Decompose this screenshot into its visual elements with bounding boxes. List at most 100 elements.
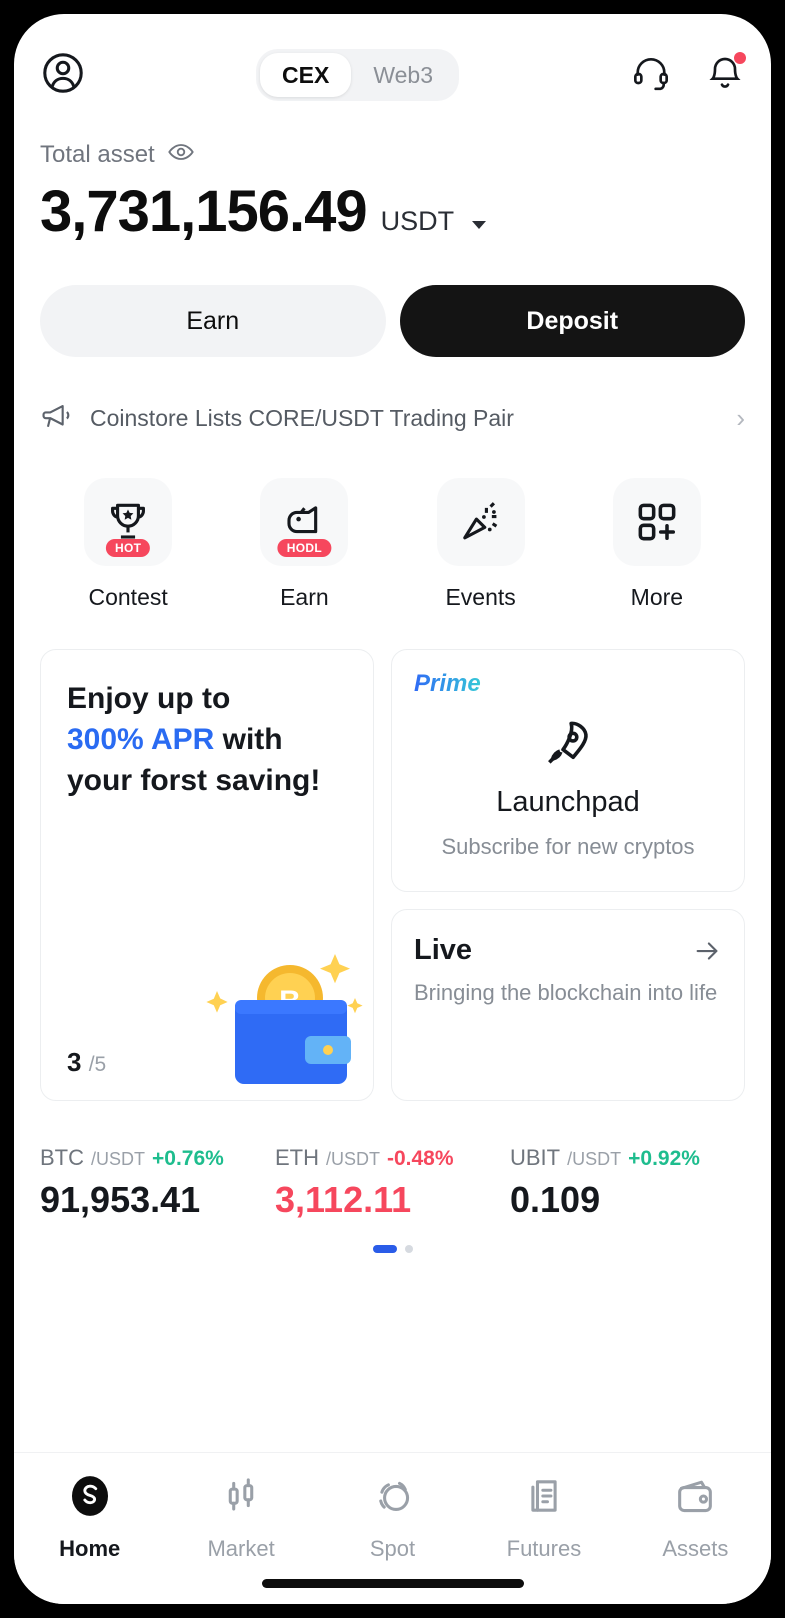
nav-item-spot[interactable]: Spot xyxy=(317,1473,468,1562)
quick-action-more[interactable]: More xyxy=(569,478,745,611)
app-header: CEX Web3 xyxy=(14,14,771,106)
rocket-icon xyxy=(412,716,724,770)
live-card[interactable]: Live Bringing the blockchain into life xyxy=(391,908,745,1101)
home-indicator xyxy=(261,1579,524,1588)
candlestick-icon xyxy=(218,1473,264,1524)
quick-action-label: Earn xyxy=(280,584,329,610)
swap-circles-icon xyxy=(370,1473,416,1524)
quick-action-contest[interactable]: HOT Contest xyxy=(40,478,216,611)
chevron-right-icon: › xyxy=(736,403,745,433)
ticker-quote: /USDT xyxy=(567,1149,622,1169)
megaphone-icon xyxy=(40,399,74,438)
app-screen: CEX Web3 Total asset 3,731,156.49 USDT E… xyxy=(14,14,771,1604)
quick-action-label: Contest xyxy=(88,584,168,610)
tab-web3[interactable]: Web3 xyxy=(351,53,455,97)
promo-line1: Enjoy up to xyxy=(67,682,231,715)
cex-web3-segmented: CEX Web3 xyxy=(256,49,459,101)
chevron-down-icon[interactable] xyxy=(472,221,487,229)
pagination-dot[interactable] xyxy=(404,1245,413,1253)
announcement-banner[interactable]: Coinstore Lists CORE/USDT Trading Pair › xyxy=(14,357,771,438)
live-subtitle: Bringing the blockchain into life xyxy=(414,979,718,1005)
ticker-ubit[interactable]: UBIT /USDT +0.92% 0.109 xyxy=(510,1145,745,1221)
prime-tag: Prime xyxy=(414,670,481,697)
wallet-bitcoin-illustration: B xyxy=(189,936,365,1086)
total-asset-label: Total asset xyxy=(40,140,155,168)
promo-current: 3 xyxy=(67,1047,82,1077)
nav-label: Futures xyxy=(506,1536,582,1561)
tab-cex[interactable]: CEX xyxy=(260,53,352,97)
headset-icon[interactable] xyxy=(631,53,671,98)
events-tile xyxy=(436,478,525,566)
document-chart-icon xyxy=(521,1473,567,1524)
nav-item-market[interactable]: Market xyxy=(165,1473,316,1562)
contest-tile: HOT xyxy=(84,478,173,566)
promo-cards-grid: Enjoy up to 300% APR with your forst sav… xyxy=(14,611,771,1101)
ticker-base: UBIT xyxy=(510,1145,561,1170)
bottom-navigation: Home Market Spot Futures Assets xyxy=(14,1452,771,1604)
ticker-strip: BTC /USDT +0.76% 91,953.41 ETH /USDT -0.… xyxy=(14,1101,771,1221)
launchpad-title: Launchpad xyxy=(496,786,640,818)
eye-icon[interactable] xyxy=(167,138,195,171)
quick-action-earn[interactable]: HODL Earn xyxy=(216,478,392,611)
total-asset-amount-row: 3,731,156.49 USDT xyxy=(40,183,745,241)
profile-button[interactable] xyxy=(40,50,100,101)
promo-line2-rest: with xyxy=(214,723,283,757)
live-title: Live xyxy=(414,933,473,966)
more-tile xyxy=(612,478,701,566)
total-asset-amount: 3,731,156.49 xyxy=(40,179,368,244)
nav-label: Assets xyxy=(662,1536,729,1561)
total-asset-section: Total asset 3,731,156.49 USDT xyxy=(14,106,771,241)
ticker-change: +0.76% xyxy=(152,1147,224,1170)
wallet-icon xyxy=(672,1473,718,1524)
quick-action-label: Events xyxy=(445,584,516,610)
phone-frame: CEX Web3 Total asset 3,731,156.49 USDT E… xyxy=(0,0,785,1618)
ticker-header: UBIT /USDT +0.92% xyxy=(510,1145,745,1171)
pagination-dot-active[interactable] xyxy=(372,1245,397,1253)
promo-heading: Enjoy up to 300% APR with your forst sav… xyxy=(67,678,347,801)
ticker-price: 3,112.11 xyxy=(275,1179,412,1220)
promo-column: Enjoy up to 300% APR with your forst sav… xyxy=(40,649,374,1101)
nav-item-futures[interactable]: Futures xyxy=(468,1473,619,1562)
nav-label: Spot xyxy=(369,1536,416,1561)
confetti-icon xyxy=(462,502,497,540)
ticker-change: -0.48% xyxy=(387,1147,454,1170)
promo-total: /5 xyxy=(88,1053,107,1076)
carousel-pagination xyxy=(14,1245,771,1253)
launchpad-card[interactable]: Prime Launchpad Subscribe for new crypto… xyxy=(391,649,745,892)
earn-tile: HODL xyxy=(260,478,349,566)
ticker-header: BTC /USDT +0.76% xyxy=(40,1145,275,1171)
ticker-header: ETH /USDT -0.48% xyxy=(275,1145,510,1171)
home-logo-icon xyxy=(67,1473,113,1524)
contest-badge: HOT xyxy=(106,539,151,557)
quick-action-label: More xyxy=(630,584,684,610)
savings-promo-card[interactable]: Enjoy up to 300% APR with your forst sav… xyxy=(40,649,374,1101)
right-cards-column: Prime Launchpad Subscribe for new crypto… xyxy=(391,649,745,1101)
earn-badge: HODL xyxy=(277,539,331,557)
nav-item-home[interactable]: Home xyxy=(14,1473,165,1562)
ticker-eth[interactable]: ETH /USDT -0.48% 3,112.11 xyxy=(275,1145,510,1221)
quick-actions: HOT Contest HODL Earn Events More xyxy=(14,438,771,611)
nav-label: Market xyxy=(207,1536,275,1561)
ticker-base: ETH xyxy=(275,1145,319,1170)
ticker-quote: /USDT xyxy=(91,1149,145,1169)
currency-selector[interactable]: USDT xyxy=(381,206,455,241)
ticker-change: +0.92% xyxy=(628,1147,700,1170)
ticker-btc[interactable]: BTC /USDT +0.76% 91,953.41 xyxy=(40,1145,275,1221)
nav-item-assets[interactable]: Assets xyxy=(620,1473,771,1562)
ticker-base: BTC xyxy=(40,1145,84,1170)
header-actions xyxy=(615,51,746,98)
nav-label: Home xyxy=(59,1536,121,1561)
announcement-text: Coinstore Lists CORE/USDT Trading Pair xyxy=(90,405,514,431)
quick-action-events[interactable]: Events xyxy=(393,478,569,611)
total-asset-label-row: Total asset xyxy=(40,138,745,171)
grid-plus-icon xyxy=(638,503,676,541)
ticker-price: 0.109 xyxy=(510,1179,601,1220)
primary-actions: Earn Deposit xyxy=(14,241,771,357)
bell-icon[interactable] xyxy=(705,51,746,98)
notification-dot xyxy=(734,51,746,64)
earn-button[interactable]: Earn xyxy=(40,285,386,357)
launchpad-subtitle: Subscribe for new cryptos xyxy=(441,834,695,859)
ticker-quote: /USDT xyxy=(326,1149,380,1169)
deposit-button[interactable]: Deposit xyxy=(399,285,745,357)
arrow-right-icon[interactable] xyxy=(692,936,722,971)
